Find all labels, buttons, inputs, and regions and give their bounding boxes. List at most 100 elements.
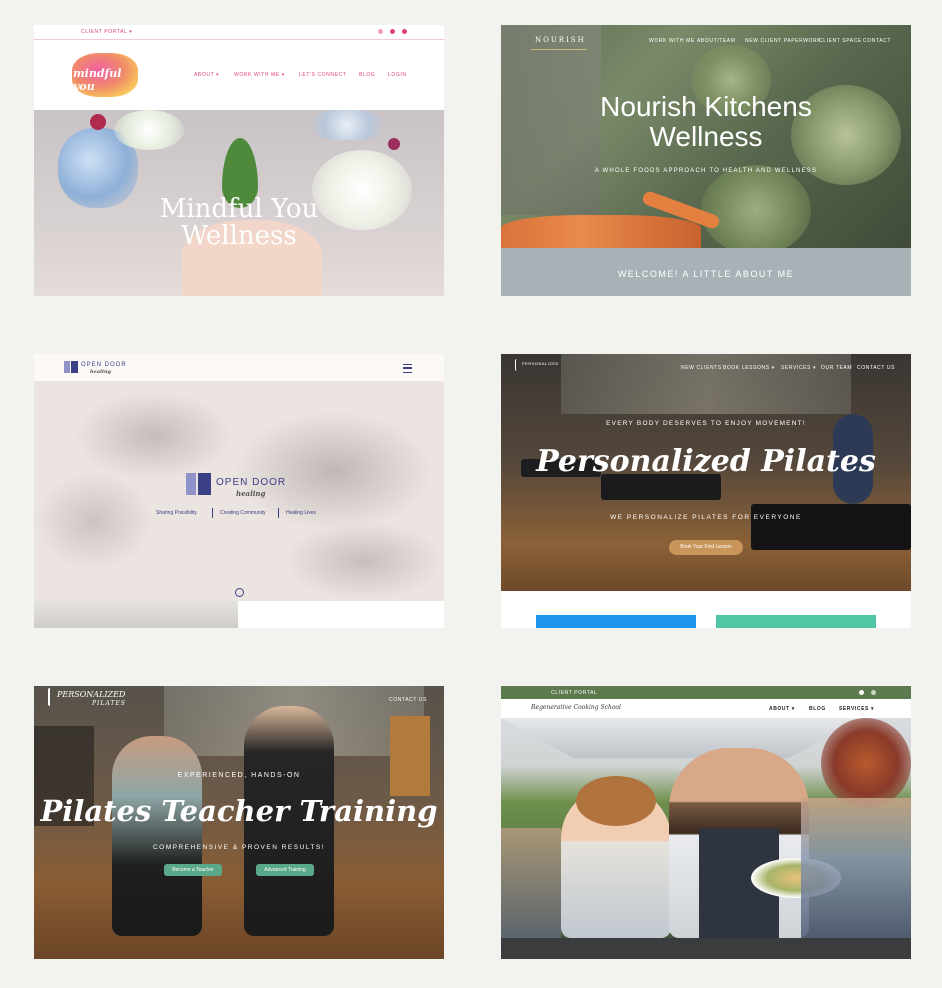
become-teacher-button[interactable]: Become a Teacher — [164, 864, 222, 876]
nav-contact[interactable]: CONTACT — [863, 38, 891, 44]
instagram-icon[interactable] — [871, 690, 876, 695]
bottom-band — [501, 938, 911, 959]
nav-new-clients[interactable]: NEW CLIENTS — [681, 365, 722, 371]
leaf-shadow-1 — [74, 391, 234, 481]
hero-subtitle: COMPREHENSIVE & PROVEN RESULTS! — [152, 844, 326, 851]
logo-text: PERSONALIZED — [522, 361, 559, 366]
site-logo[interactable]: PERSONALIZED — [515, 359, 565, 373]
divider — [278, 508, 279, 518]
nav-our-team[interactable]: OUR TEAM — [821, 365, 852, 371]
scroll-down-icon[interactable] — [235, 588, 244, 597]
door-icon-dark — [71, 361, 78, 373]
logo-mark-icon — [48, 688, 56, 706]
hero-kicker: EXPERIENCED, HANDS-ON — [177, 772, 301, 779]
site-logo[interactable]: Regenerative Cooking School — [531, 704, 621, 711]
site-logo[interactable]: OPEN DOOR healing — [64, 361, 134, 375]
service-tile-green[interactable] — [716, 615, 876, 628]
main-nav: ABOUT ▾ BLOG SERVICES ▾ — [769, 706, 889, 714]
hero-subtitle: WE PERSONALIZE PILATES FOR EVERYONE — [610, 514, 802, 521]
hero-image — [501, 718, 911, 959]
main-nav: ABOUT ▾ WORK WITH ME ▾ LET'S CONNECT BLO… — [194, 72, 414, 80]
center-logo-text: OPEN DOOR — [216, 477, 287, 488]
autumn-tree — [821, 718, 911, 808]
center-logo-subtext: healing — [236, 489, 266, 498]
site-card-personalized-pilates[interactable]: PERSONALIZED NEW CLIENTS BOOK LESSONS ▾ … — [501, 354, 911, 628]
nav-about[interactable]: ABOUT ▾ — [194, 72, 219, 78]
logo-subtext: PILATES — [92, 700, 126, 707]
hero-title-line2: Wellness — [181, 221, 297, 251]
logo-text: OPEN DOOR — [81, 362, 127, 368]
facebook-icon[interactable] — [859, 690, 864, 695]
tagline-community: Creating Community — [220, 510, 266, 516]
advanced-training-button[interactable]: Advanced Training — [256, 864, 314, 876]
nav-about[interactable]: ABOUT ▾ — [769, 706, 795, 712]
equipment-shelf — [390, 716, 430, 796]
door-icon-dark — [198, 473, 211, 495]
crystal-right — [312, 110, 382, 140]
nav-client-space[interactable]: CLIENT SPACE — [819, 38, 862, 44]
nav-contact-us[interactable]: CONTACT US — [857, 365, 895, 371]
hero-title-line1: Nourish Kitchens — [600, 91, 812, 122]
crowd-left — [501, 828, 561, 948]
canopy — [501, 718, 861, 758]
nav-about-team[interactable]: ABOUT/TEAM — [697, 38, 736, 44]
client-portal-link[interactable]: CLIENT PORTAL ▾ — [81, 29, 132, 35]
divider — [212, 508, 213, 518]
reformer-3 — [751, 504, 911, 550]
door-icon — [64, 361, 70, 373]
contact-us-link[interactable]: CONTACT US — [389, 697, 427, 703]
site-logo[interactable]: NOURISH — [531, 31, 587, 50]
site-card-open-door-healing[interactable]: OPEN DOOR healing OPEN DOOR healing Shar… — [34, 354, 444, 628]
logo-subtext: healing — [90, 369, 111, 375]
student-figure — [112, 736, 202, 936]
purple-flower — [388, 138, 400, 150]
hero-title-line1: Mindful You — [159, 194, 319, 224]
hero-tagline: A WHOLE FOODS APPROACH TO HEALTH AND WEL… — [594, 168, 818, 174]
nav-login[interactable]: LOGIN — [388, 72, 407, 78]
client-portal-link[interactable]: CLIENT PORTAL — [551, 690, 597, 696]
white-flowers-left — [114, 110, 184, 150]
welcome-text: WELCOME! A LITTLE ABOUT ME — [617, 269, 795, 279]
nav-work-with-me[interactable]: WORK WITH ME ▾ — [234, 72, 285, 78]
site-card-regenerative-cooking-school[interactable]: CLIENT PORTAL Regenerative Cooking Schoo… — [501, 686, 911, 959]
nav-book-lessons[interactable]: BOOK LESSONS ▾ — [723, 365, 775, 371]
site-card-mindful-you[interactable]: CLIENT PORTAL ▾ mindful you ABOUT ▾ WORK… — [34, 25, 444, 296]
woman-hair — [576, 776, 656, 826]
logo-text: mindful you — [73, 67, 122, 93]
hero-title: Pilates Teacher Training — [40, 794, 438, 828]
nav-services[interactable]: SERVICES ▾ — [839, 706, 874, 712]
nav-lets-connect[interactable]: LET'S CONNECT — [299, 72, 346, 78]
services-strip — [501, 591, 911, 628]
hero-kicker: EVERY BODY DESERVES TO ENJOY MOVEMENT! — [606, 420, 806, 427]
instagram-icon[interactable] — [378, 29, 383, 34]
hero-title-line2: Wellness — [649, 121, 763, 152]
logo-mark-icon — [515, 359, 521, 371]
main-nav: WORK WITH ME ABOUT/TEAM NEW CLIENT PAPER… — [649, 38, 899, 46]
nav-work-with-me[interactable]: WORK WITH ME — [649, 38, 695, 44]
hamburger-menu-icon[interactable] — [403, 364, 412, 373]
social-icons — [378, 29, 414, 35]
pinterest-icon[interactable] — [402, 29, 407, 34]
facebook-icon[interactable] — [390, 29, 395, 34]
hero-image: Mindful You Wellness — [34, 110, 444, 296]
door-icon — [186, 473, 196, 495]
center-logo: OPEN DOOR healing — [186, 473, 296, 499]
site-logo[interactable]: PERSONALIZED PILATES — [48, 688, 138, 710]
tagline-sharing: Sharing Possibility — [156, 510, 197, 516]
site-card-nourish-kitchens[interactable]: NOURISH WORK WITH ME ABOUT/TEAM NEW CLIE… — [501, 25, 911, 296]
studio-windows — [561, 354, 851, 414]
tagline-row: Sharing Possibility Creating Community H… — [152, 508, 332, 519]
crowd-right — [801, 798, 911, 948]
book-first-lesson-button[interactable]: Book Your First Lesson — [669, 540, 743, 555]
hero-title: Personalized Pilates — [536, 444, 876, 479]
nav-services[interactable]: SERVICES ▾ — [781, 365, 816, 371]
service-tile-blue[interactable] — [536, 615, 696, 628]
artichoke-3 — [701, 165, 811, 255]
tagline-healing: Healing Lives — [286, 510, 317, 516]
logo[interactable]: mindful you — [68, 47, 144, 99]
site-card-pilates-teacher-training[interactable]: PERSONALIZED PILATES CONTACT US EXPERIEN… — [34, 686, 444, 959]
logo-text: NOURISH — [535, 36, 586, 44]
nav-blog[interactable]: BLOG — [359, 72, 375, 78]
nav-blog[interactable]: BLOG — [809, 706, 826, 712]
nav-new-client-paperwork[interactable]: NEW CLIENT PAPERWORK — [745, 38, 821, 44]
